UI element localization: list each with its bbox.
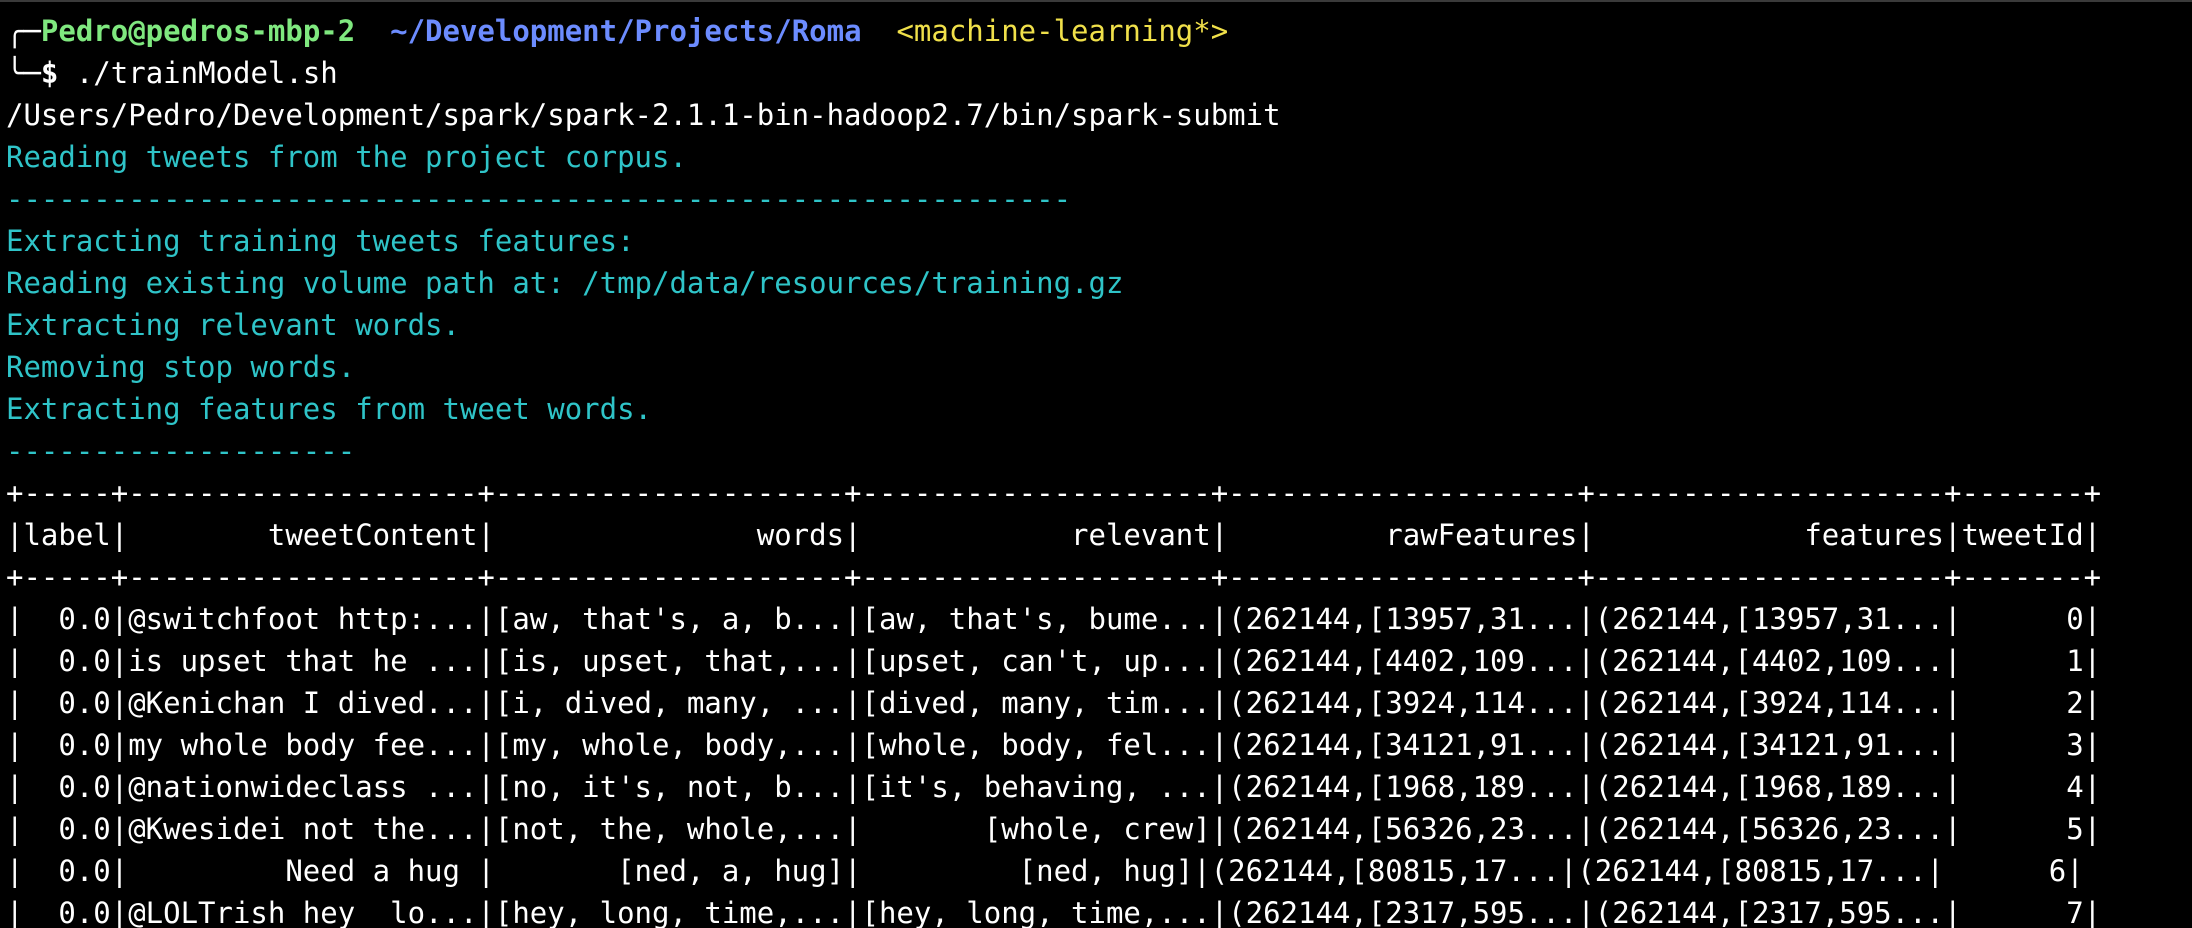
terminal-window[interactable]: ╭─Pedro@pedros-mbp-2 ~/Development/Proje… xyxy=(0,0,2192,928)
prompt-corner-top: ╭─ xyxy=(6,14,41,48)
output-line: Reading tweets from the project corpus. xyxy=(6,140,687,174)
table-row: | 0.0|@LOLTrish hey lo...|[hey, long, ti… xyxy=(6,896,2102,928)
table-row: | 0.0|my whole body fee...|[my, whole, b… xyxy=(6,728,2102,762)
table-row: | 0.0|@Kwesidei not the...|[not, the, wh… xyxy=(6,812,2102,846)
prompt-line: ╭─Pedro@pedros-mbp-2 ~/Development/Proje… xyxy=(6,10,2192,52)
table-border-top: +-----+--------------------+------------… xyxy=(6,476,2102,510)
prompt-git-branch: <machine-learning*> xyxy=(896,14,1229,48)
table-row: | 0.0| Need a hug | [ned, a, hug]| [ned,… xyxy=(6,854,2084,888)
prompt-cwd: ~/Development/Projects/Roma xyxy=(390,14,862,48)
output-line: Extracting relevant words. xyxy=(6,308,460,342)
table-row: | 0.0|@switchfoot http:...|[aw, that's, … xyxy=(6,602,2102,636)
command-text: ./trainModel.sh xyxy=(58,56,338,90)
output-line: Extracting features from tweet words. xyxy=(6,392,653,426)
table-row: | 0.0|@nationwideclass ...|[no, it's, no… xyxy=(6,770,2102,804)
output-line: Reading existing volume path at: /tmp/da… xyxy=(6,266,1124,300)
table-row: | 0.0|is upset that he ...|[is, upset, t… xyxy=(6,644,2102,678)
prompt-corner-bottom: ╰─ xyxy=(6,56,41,90)
output-separator: -------------------- xyxy=(6,434,356,468)
output-line: Extracting training tweets features: xyxy=(6,224,635,258)
spark-submit-path: /Users/Pedro/Development/spark/spark-2.1… xyxy=(6,98,1281,132)
prompt-user-host: Pedro@pedros-mbp-2 xyxy=(40,14,356,48)
prompt-symbol: $ xyxy=(40,56,59,90)
output-line: Removing stop words. xyxy=(6,350,356,384)
command-line: ╰─$ ./trainModel.sh xyxy=(6,52,2192,94)
table-row: | 0.0|@Kenichan I dived...|[i, dived, ma… xyxy=(6,686,2102,720)
table-border-header: +-----+--------------------+------------… xyxy=(6,560,2102,594)
table-header: |label| tweetContent| words| relevant| r… xyxy=(6,518,2102,552)
output-separator: ----------------------------------------… xyxy=(6,182,1072,216)
